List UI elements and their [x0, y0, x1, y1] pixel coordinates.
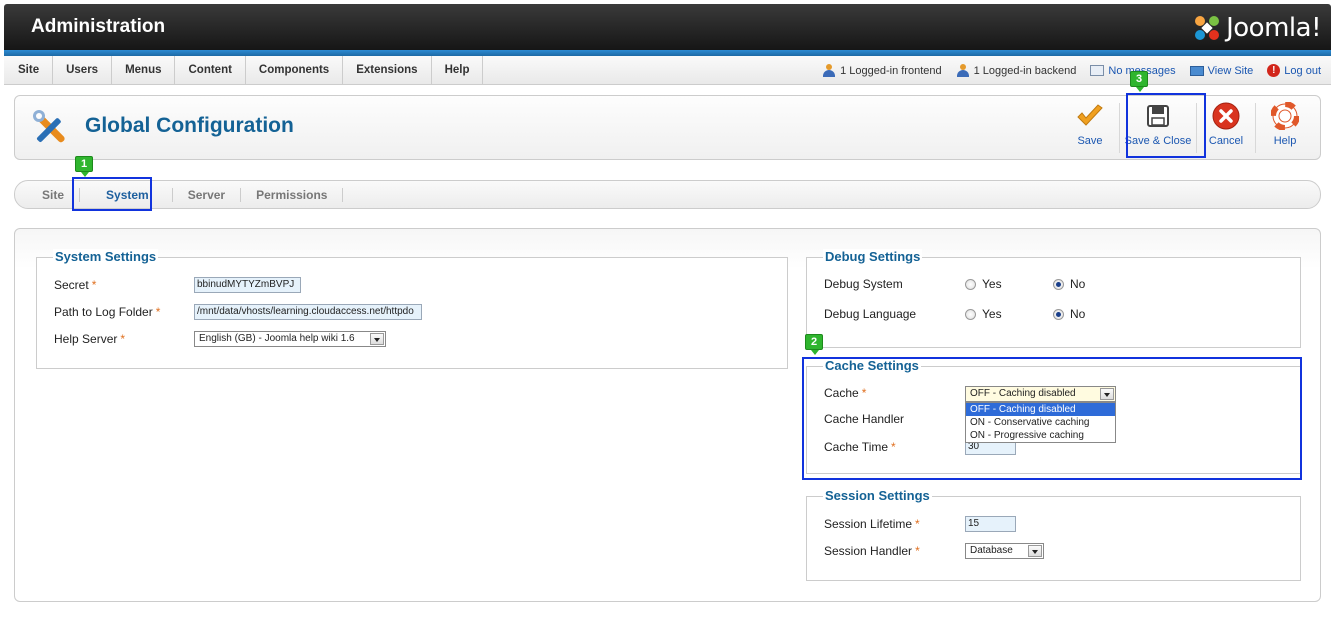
cancel-label: Cancel — [1208, 135, 1244, 147]
status-frontend-text: 1 Logged-in frontend — [840, 64, 942, 77]
menu-help[interactable]: Help — [432, 56, 484, 85]
chevron-down-icon — [370, 333, 384, 345]
radio-button — [1053, 278, 1064, 290]
menu-site[interactable]: Site — [8, 56, 54, 85]
required-marker: * — [120, 332, 126, 346]
user-icon — [956, 64, 970, 77]
yes-label: Yes — [982, 277, 1002, 291]
highlight-save-close — [1126, 93, 1206, 158]
session-lifetime-label-text: Session Lifetime — [824, 517, 913, 531]
status-frontend: 1 Logged-in frontend — [822, 64, 942, 77]
secret-input[interactable]: bbinudMYTYZmBVPJ — [194, 277, 301, 293]
status-backend: 1 Logged-in backend — [956, 64, 1077, 77]
joomla-logo-icon — [1195, 16, 1220, 40]
required-marker: * — [915, 517, 920, 531]
tab-permissions[interactable]: Permissions — [241, 187, 344, 202]
log-folder-input[interactable]: /mnt/data/vhosts/learning.cloudaccess.ne… — [194, 304, 422, 320]
session-lifetime-input[interactable]: 15 — [965, 516, 1016, 532]
step-marker-1: 1 — [75, 156, 93, 177]
highlight-cache-settings — [802, 357, 1302, 480]
session-lifetime-label: Session Lifetime * — [824, 517, 920, 531]
secret-label: Secret * — [54, 278, 96, 292]
system-settings: System Settings Secret * bbinudMYTYZmBVPJ… — [36, 249, 788, 369]
debug-language-label: Debug Language — [824, 307, 917, 321]
message-icon — [1090, 65, 1105, 76]
cancel-icon — [1211, 101, 1241, 131]
session-handler-label: Session Handler * — [824, 544, 920, 558]
help-server-select[interactable]: English (GB) - Joomla help wiki 1.6 — [194, 331, 386, 347]
menu-extensions[interactable]: Extensions — [343, 56, 432, 85]
session-settings: Session Settings Session Lifetime * 15 Se… — [806, 488, 1301, 581]
debug-settings-legend: Debug Settings — [823, 249, 923, 265]
session-handler-select[interactable]: Database — [965, 543, 1044, 559]
toolbar-box: Global Configuration Save Save & Close C… — [14, 95, 1321, 160]
joomla-logo-text: Joomla! — [1226, 13, 1321, 43]
required-marker: * — [155, 305, 161, 319]
config-tabs: Site System Server Permissions — [14, 180, 1321, 209]
logout-text: Log out — [1284, 64, 1321, 77]
session-handler-label-text: Session Handler — [824, 544, 913, 558]
debug-system-label: Debug System — [824, 277, 903, 291]
logout-link[interactable]: ! Log out — [1267, 64, 1321, 77]
admin-header: Administration Joomla! — [4, 4, 1331, 56]
chevron-down-icon — [1028, 545, 1042, 557]
lifebuoy-icon — [1270, 101, 1300, 131]
save-button[interactable]: Save — [1061, 100, 1119, 156]
monitor-icon — [1189, 65, 1204, 76]
required-marker: * — [915, 544, 920, 558]
yes-label: Yes — [982, 307, 1002, 321]
session-handler-value: Database — [970, 545, 1013, 556]
header-title: Administration — [31, 16, 166, 37]
help-server-label: Help Server * — [54, 332, 125, 346]
no-label: No — [1070, 307, 1086, 321]
help-label: Help — [1273, 135, 1297, 147]
debug-language-no[interactable]: No — [1053, 307, 1085, 321]
step-marker-2: 2 — [805, 334, 823, 355]
user-icon — [822, 64, 836, 77]
view-site-link[interactable]: View Site — [1189, 64, 1254, 77]
help-button[interactable]: Help — [1256, 100, 1314, 156]
highlight-system-tab — [72, 177, 152, 211]
help-server-label-text: Help Server — [54, 332, 118, 346]
menu-users[interactable]: Users — [53, 56, 113, 85]
status-area: 1 Logged-in frontend 1 Logged-in backend… — [822, 56, 1321, 85]
radio-button — [965, 308, 976, 320]
page-title: Global Configuration — [85, 114, 294, 137]
log-folder-label-text: Path to Log Folder — [54, 305, 153, 319]
no-label: No — [1070, 277, 1086, 291]
debug-system-yes[interactable]: Yes — [965, 277, 1002, 291]
session-settings-legend: Session Settings — [823, 488, 932, 504]
view-site-text: View Site — [1207, 64, 1254, 77]
log-folder-label: Path to Log Folder * — [54, 305, 160, 319]
tools-icon — [33, 110, 65, 143]
joomla-logo: Joomla! — [1192, 12, 1321, 44]
required-marker: * — [91, 278, 97, 292]
save-label: Save — [1077, 135, 1103, 147]
logout-icon: ! — [1267, 64, 1281, 77]
system-settings-legend: System Settings — [53, 249, 159, 265]
secret-label-text: Secret — [54, 278, 89, 292]
debug-language-yes[interactable]: Yes — [965, 307, 1002, 321]
help-server-value: English (GB) - Joomla help wiki 1.6 — [199, 333, 355, 344]
status-backend-text: 1 Logged-in backend — [973, 64, 1077, 77]
radio-button — [1053, 308, 1064, 320]
checkmark-icon — [1075, 101, 1105, 131]
debug-system-no[interactable]: No — [1053, 277, 1085, 291]
main-menu: Site Users Menus Content Components Exte… — [8, 56, 484, 85]
radio-button — [965, 278, 976, 290]
menu-menus[interactable]: Menus — [112, 56, 176, 85]
menu-components[interactable]: Components — [246, 56, 344, 85]
tab-server[interactable]: Server — [173, 187, 242, 202]
debug-settings: Debug Settings Debug System Yes No Debug… — [806, 249, 1301, 348]
step-marker-3: 3 — [1130, 71, 1148, 92]
menu-content[interactable]: Content — [175, 56, 246, 85]
